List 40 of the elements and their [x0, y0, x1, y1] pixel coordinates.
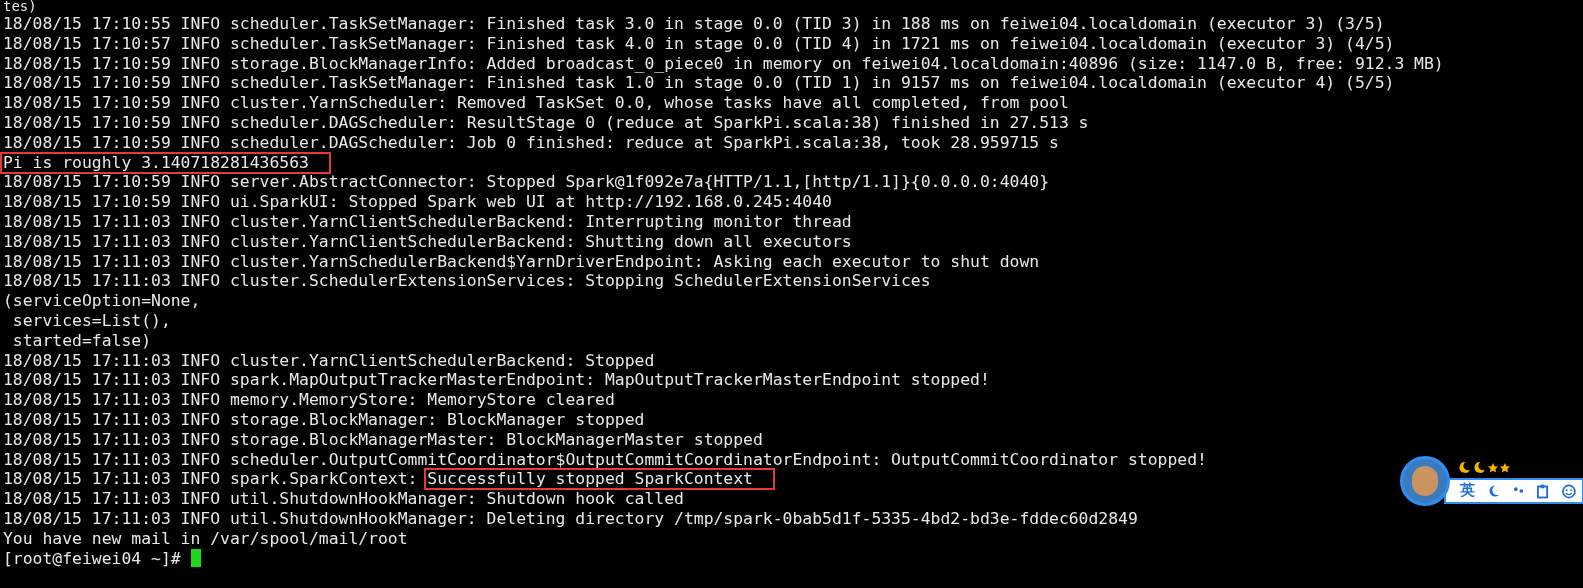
- log-line: 18/08/15 17:11:03 INFO util.ShutdownHookManager: Deleting directory /tmp/spark-0bab5d1f-5335-4bd2-bd3e-fddec60d2849: [3, 508, 1138, 529]
- log-line: 18/08/15 17:11:03 INFO scheduler.OutputCommitCoordinator$OutputCommitCoordinatorEndpoint: OutputCommitCoordinator stopped!: [3, 449, 1207, 470]
- star-icon: [1488, 462, 1498, 473]
- log-line: 18/08/15 17:10:59 INFO scheduler.DAGScheduler: ResultStage 0 (reduce at SparkPi.scala:38) finished in 27.513 s: [3, 113, 1089, 133]
- moon-icon: [1473, 461, 1486, 474]
- log-line: tes): [3, 0, 37, 14]
- highlighted-text: Pi is roughly 3.140718281436563: [0, 151, 331, 174]
- shell-prompt: [root@feiwei04 ~]#: [3, 548, 182, 569]
- punctuation-icon[interactable]: [1514, 486, 1524, 496]
- moon-icon[interactable]: [1489, 484, 1500, 498]
- log-line: 18/08/15 17:11:03 INFO util.ShutdownHookManager: Shutdown hook called: [3, 489, 684, 509]
- log-line: 18/08/15 17:10:59 INFO ui.SparkUI: Stopped Spark web UI at http://192.168.0.245:4040: [3, 192, 832, 212]
- log-line: 18/08/15 17:11:03 INFO cluster.YarnClientSchedulerBackend: Stopped: [3, 350, 655, 371]
- log-line: (serviceOption=None,: [3, 291, 201, 311]
- log-line: 18/08/15 17:10:59 INFO scheduler.TaskSetManager: Finished task 1.0 in stage 0.0 (TID 1) in 9157 ms on feiwei04.localdomain (executor 4) (5/5): [3, 73, 1395, 94]
- moon-icon: [1458, 461, 1471, 474]
- highlighted-text: Successfully stopped SparkContext: [424, 468, 775, 491]
- log-line: 18/08/15 17:11:03 INFO memory.MemoryStore: MemoryStore cleared: [3, 390, 615, 410]
- log-line: 18/08/15 17:10:57 INFO scheduler.TaskSetManager: Finished task 4.0 in stage 0.0 (TID 4) in 1721 ms on feiwei04.localdomain (executor 3) (4/5): [3, 33, 1395, 54]
- log-line: You have new mail in /var/spool/mail/root: [3, 528, 408, 549]
- log-line: 18/08/15 17:11:03 INFO storage.BlockManager: BlockManager stopped: [3, 409, 645, 430]
- log-line: 18/08/15 17:11:03 INFO cluster.YarnClientSchedulerBackend: Interrupting monitor thread: [3, 211, 852, 232]
- log-line: 18/08/15 17:10:55 INFO scheduler.TaskSetManager: Finished task 3.0 in stage 0.0 (TID 3) in 188 ms on feiwei04.localdomain (executor 3) (3/5): [3, 14, 1385, 34]
- log-line: 18/08/15 17:11:03 INFO cluster.YarnClientSchedulerBackend: Shutting down all executors: [3, 231, 852, 252]
- log-line: 18/08/15 17:10:59 INFO cluster.YarnScheduler: Removed TaskSet 0.0, whose tasks have all completed, from pool: [3, 93, 1069, 113]
- log-line: 18/08/15 17:11:03 INFO spark.MapOutputTrackerMasterEndpoint: MapOutputTrackerMasterEndpoint stopped!: [3, 370, 990, 391]
- log-line: 18/08/15 17:10:59 INFO server.AbstractConnector: Stopped Spark@1f092e7a{HTTP/1.1,[http/1.1]}{0.0.0.0:4040}: [3, 172, 1049, 193]
- log-line: 18/08/15 17:11:03 INFO spark.SparkContext:: [3, 469, 419, 490]
- log-line: 18/08/15 17:11:03 INFO cluster.YarnSchedulerBackend$YarnDriverEndpoint: Asking each executor to shut down: [3, 251, 1040, 272]
- smiley-icon[interactable]: [1562, 483, 1576, 499]
- log-line: services=List(),: [11, 310, 171, 331]
- log-line: 18/08/15 17:10:59 INFO storage.BlockManagerInfo: Added broadcast_0_piece0 in memory on feiwei04.localdomain:40896 (size: 1147.0 B, free: 912.3 MB): [3, 53, 1444, 74]
- log-line: started=false): [11, 330, 152, 351]
- log-line: 18/08/15 17:10:59 INFO scheduler.DAGScheduler: Job 0 finished: reduce at SparkPi.scala:38, took 28.959715 s: [3, 132, 1059, 153]
- log-line: 18/08/15 17:11:03 INFO cluster.SchedulerExtensionServices: Stopping SchedulerExtensionServices: [3, 271, 931, 292]
- star-icon: [1500, 462, 1510, 473]
- avatar[interactable]: [1400, 456, 1450, 506]
- log-line: 18/08/15 17:11:03 INFO storage.BlockManagerMaster: BlockManagerMaster stopped: [3, 429, 763, 450]
- clipboard-icon[interactable]: [1537, 483, 1549, 499]
- language-mode-toggle[interactable]: 英: [1460, 481, 1475, 501]
